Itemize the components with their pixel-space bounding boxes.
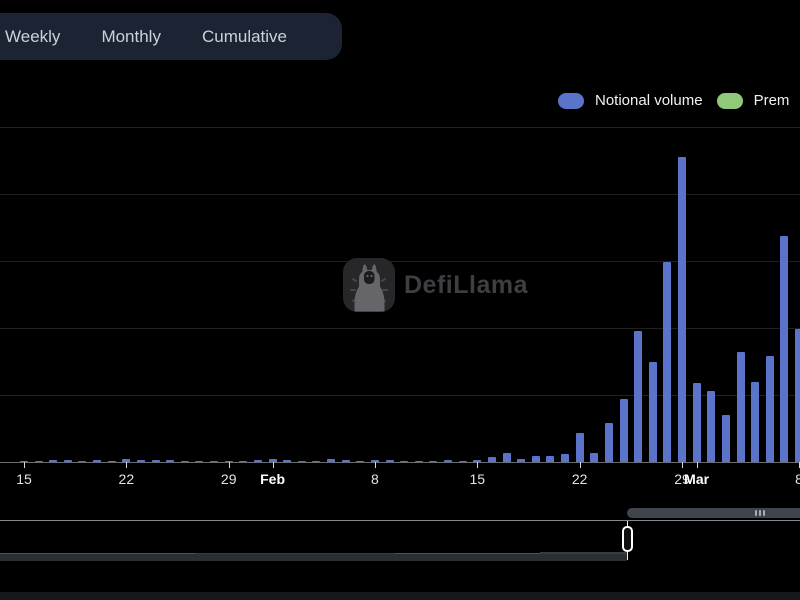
x-axis-line <box>0 462 800 463</box>
bar-notional[interactable] <box>649 362 657 462</box>
bar-notional[interactable] <box>751 382 759 462</box>
x-axis-label: 15 <box>470 471 486 487</box>
bar-notional[interactable] <box>620 399 628 462</box>
move-handle-grip-icon <box>763 510 765 516</box>
x-axis-tick <box>229 462 230 468</box>
x-axis-tick <box>375 462 376 468</box>
bar-notional[interactable] <box>707 391 715 462</box>
chart-plot-area[interactable]: 152229Feb8152229Mar8 DefiLlama <box>0 0 800 500</box>
bar-notional[interactable] <box>795 329 800 462</box>
bar-notional[interactable] <box>561 454 569 462</box>
x-axis-tick <box>24 462 25 468</box>
x-axis-label: 8 <box>795 471 800 487</box>
x-axis-label: 15 <box>16 471 32 487</box>
move-handle-grip-icon <box>755 510 757 516</box>
watermark-text: DefiLlama <box>404 271 528 300</box>
defillama-logo-icon <box>343 258 395 312</box>
bar-notional[interactable] <box>678 157 686 462</box>
x-axis-tick <box>682 462 683 468</box>
x-axis-label: 8 <box>371 471 379 487</box>
bar-notional[interactable] <box>780 236 788 462</box>
x-axis-tick <box>477 462 478 468</box>
bar-notional[interactable] <box>503 453 511 462</box>
datazoom-left-handle[interactable] <box>622 526 633 552</box>
bottom-bar <box>0 592 800 600</box>
x-axis-tick <box>126 462 127 468</box>
x-axis-label: 22 <box>572 471 588 487</box>
bar-notional[interactable] <box>722 415 730 462</box>
bar-notional[interactable] <box>605 423 613 462</box>
bar-notional[interactable] <box>634 331 642 462</box>
gridline <box>0 127 800 128</box>
bar-notional[interactable] <box>663 262 671 462</box>
x-axis-tick <box>697 462 698 468</box>
bar-notional[interactable] <box>693 383 701 462</box>
bar-notional[interactable] <box>766 356 774 462</box>
bar-notional[interactable] <box>576 433 584 462</box>
datazoom-data-shadow[interactable] <box>0 553 627 561</box>
x-axis-label: Feb <box>260 471 285 487</box>
x-axis-label: Mar <box>684 471 709 487</box>
x-axis-tick <box>580 462 581 468</box>
x-axis-label: 22 <box>119 471 135 487</box>
defillama-watermark: DefiLlama <box>343 258 528 312</box>
datazoom-track-line <box>0 520 800 521</box>
x-axis-label: 29 <box>221 471 237 487</box>
move-handle-grip-icon <box>759 510 761 516</box>
x-axis-tick <box>273 462 274 468</box>
datazoom-move-handle[interactable] <box>627 508 800 518</box>
bar-notional[interactable] <box>737 352 745 462</box>
bar-notional[interactable] <box>590 453 598 462</box>
